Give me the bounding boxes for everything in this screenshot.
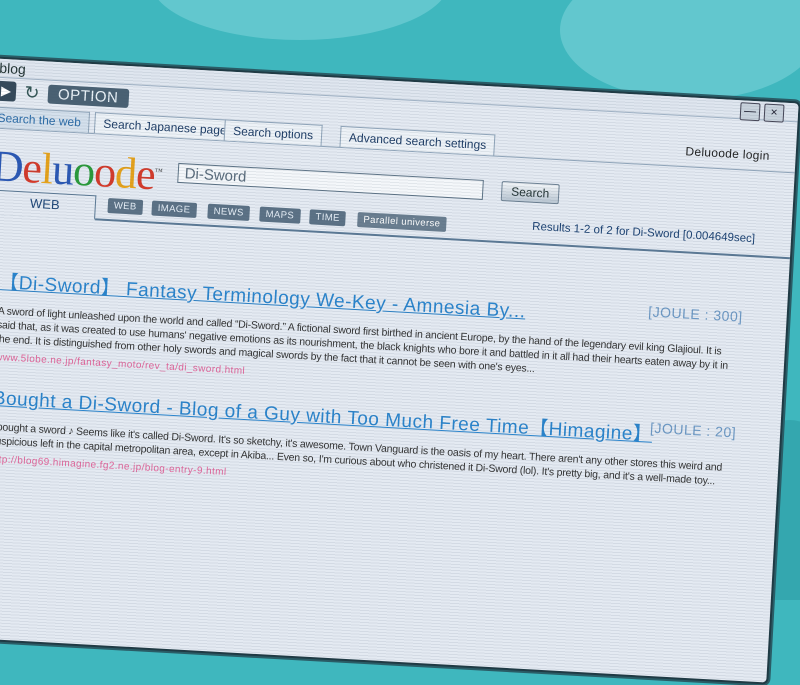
background-shape: [560, 0, 800, 100]
filter-parallel-universe[interactable]: Parallel universe: [357, 212, 447, 232]
filter-maps[interactable]: MAPS: [259, 206, 301, 224]
login-link[interactable]: Deluoode login: [685, 144, 770, 163]
trademark-mark: ™: [154, 166, 163, 176]
browser-window: blog — × ▶ ↻ OPTION Search the web Searc…: [0, 56, 800, 685]
refresh-icon[interactable]: ↻: [21, 82, 42, 103]
search-result: 【Di-Sword】 Fantasy Terminology We-Key - …: [0, 267, 743, 404]
filter-image[interactable]: IMAGE: [151, 200, 197, 218]
deluoode-logo: Deluoode™: [0, 141, 163, 200]
filter-web[interactable]: WEB: [107, 198, 144, 215]
option-button[interactable]: OPTION: [47, 84, 129, 108]
tab-web[interactable]: WEB: [0, 189, 97, 221]
minimize-button[interactable]: —: [739, 102, 761, 122]
search-button[interactable]: Search: [500, 180, 560, 205]
window-title: blog: [0, 59, 27, 78]
search-input[interactable]: [177, 162, 484, 200]
filter-news[interactable]: NEWS: [207, 203, 251, 221]
window-controls: — ×: [739, 102, 785, 123]
play-icon[interactable]: ▶: [0, 80, 17, 102]
search-result: Bought a Di-Sword - Blog of a Guy with T…: [0, 383, 737, 506]
close-button[interactable]: ×: [763, 103, 785, 123]
filter-time[interactable]: TIME: [309, 209, 347, 227]
background-shape: [150, 0, 450, 40]
